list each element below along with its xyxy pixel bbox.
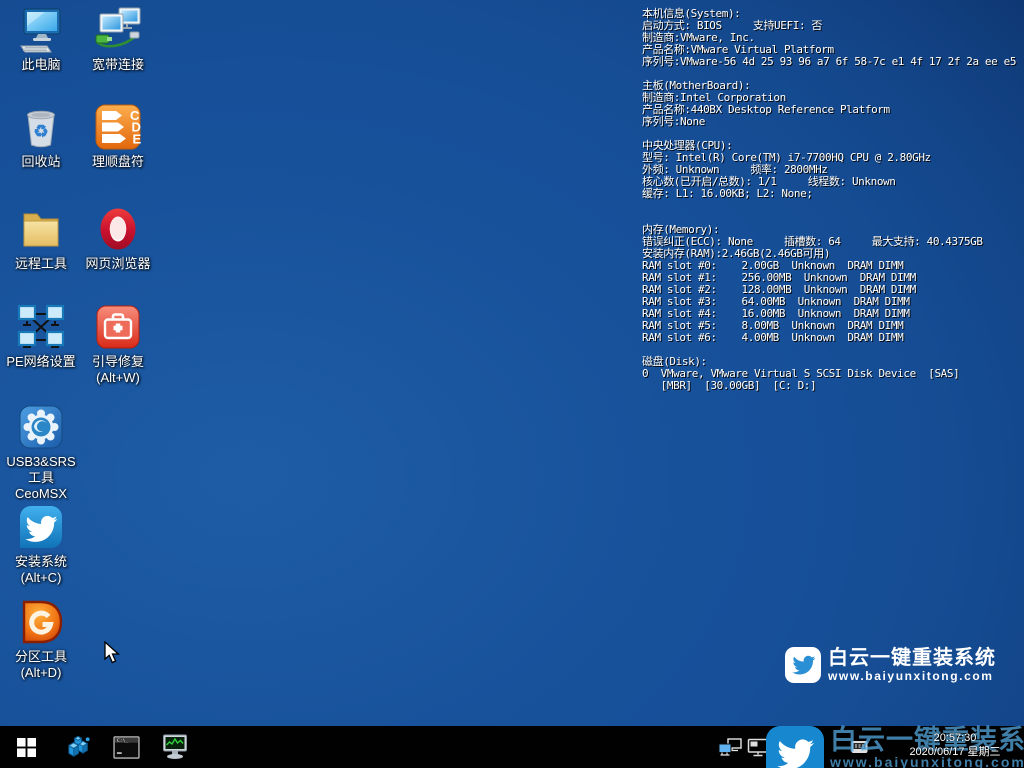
desktop-icon-label: 宽带连接 [79,57,157,73]
desktop-icon-install-system[interactable]: 安装系统 (Alt+C) [2,503,80,586]
gear-swirl-icon [17,403,65,451]
clock-date: 2020/06/17 星期三 [898,745,1012,759]
diskgenius-icon [17,598,65,646]
first-aid-kit-icon [94,303,142,351]
desktop-icon-this-pc[interactable]: 此电脑 [2,6,80,73]
system-info-memory: 内存(Memory): 错误纠正(ECC): None 插槽数: 64 最大支持… [642,224,1016,344]
svg-text:C:\_: C:\_ [116,738,128,744]
desktop-icon-drive-letters[interactable]: C D E 理顺盘符 [79,103,157,170]
monitor-activity-icon [162,734,190,760]
desktop-icon-label: USB3&SRS 工具CeoMSX [2,454,80,502]
desktop-icon-partition-tool[interactable]: 分区工具 (Alt+D) [2,598,80,681]
task-manager-app-button[interactable] [154,726,198,768]
desktop: 此电脑 宽带连接 ♻ [0,0,1024,768]
svg-text:E: E [133,132,142,147]
desktop-icon-boot-repair[interactable]: 引导修复 (Alt+W) [79,303,157,386]
desktop-icon-label: 分区工具 (Alt+D) [2,649,80,681]
drive-letters-cde-icon: C D E [94,103,142,151]
brand-bird-logo-icon [785,647,821,683]
recycle-bin-icon: ♻ [17,103,65,151]
system-info-system: 本机信息(System): 启动方式: BIOS 支持UEFI: 否 制造商:V… [642,8,1016,68]
system-info-panel: 本机信息(System): 启动方式: BIOS 支持UEFI: 否 制造商:V… [642,8,1016,392]
clock-time: 20:57:30 [898,731,1012,745]
brand-bird-logo-icon [766,726,824,768]
desktop-icon-label: 引导修复 (Alt+W) [79,354,157,386]
start-button[interactable] [4,726,48,768]
desktop-icon-recycle-bin[interactable]: ♻ 回收站 [2,103,80,170]
svg-text:♻: ♻ [33,122,48,141]
desktop-icon-label: PE网络设置 [2,354,80,370]
tray-network-icon[interactable] [716,726,744,768]
broadband-connection-icon [94,6,142,54]
blue-cubes-icon [65,734,92,761]
desktop-icon-label: 网页浏览器 [79,256,157,272]
desktop-icon-label: 理顺盘符 [79,154,157,170]
desktop-icon-label: 此电脑 [2,57,80,73]
folder-icon [17,205,65,253]
desktop-icon-label: 远程工具 [2,256,80,272]
computer-icon [17,6,65,54]
desktop-icon-broadband[interactable]: 宽带连接 [79,6,157,73]
system-info-cpu: 中央处理器(CPU): 型号: Intel(R) Core(TM) i7-770… [642,140,1016,200]
registry-cubes-app-button[interactable] [56,726,100,768]
system-info-motherboard: 主板(MotherBoard): 制造商:Intel Corporation 产… [642,80,1016,128]
windows-logo-icon [17,738,36,757]
network-nodes-icon [17,303,65,351]
desktop-icon-label: 安装系统 (Alt+C) [2,554,80,586]
system-info-disk: 磁盘(Disk): 0 VMware, VMware Virtual S SCS… [642,356,1016,392]
desktop-icon-web-browser[interactable]: 网页浏览器 [79,205,157,272]
opera-browser-icon [94,205,142,253]
mouse-cursor [104,641,123,671]
taskbar-clock[interactable]: 20:57:30 2020/06/17 星期三 [898,731,1012,759]
desktop-icon-remote-tools[interactable]: 远程工具 [2,205,80,272]
watermark-title: 白云一键重装系统 [828,647,996,669]
desktop-icon-pe-network[interactable]: PE网络设置 [2,303,80,370]
desktop-icon-label: 回收站 [2,154,80,170]
command-prompt-app-button[interactable]: C:\_ [104,726,148,768]
brand-watermark: 白云一键重装系统 www.baiyunxitong.com [785,647,996,683]
desktop-icon-usb3-srs-tool[interactable]: USB3&SRS 工具CeoMSX [2,403,80,502]
watermark-url: www.baiyunxitong.com [828,669,996,683]
bird-app-icon [17,503,65,551]
cmd-window-icon: C:\_ [113,736,140,759]
